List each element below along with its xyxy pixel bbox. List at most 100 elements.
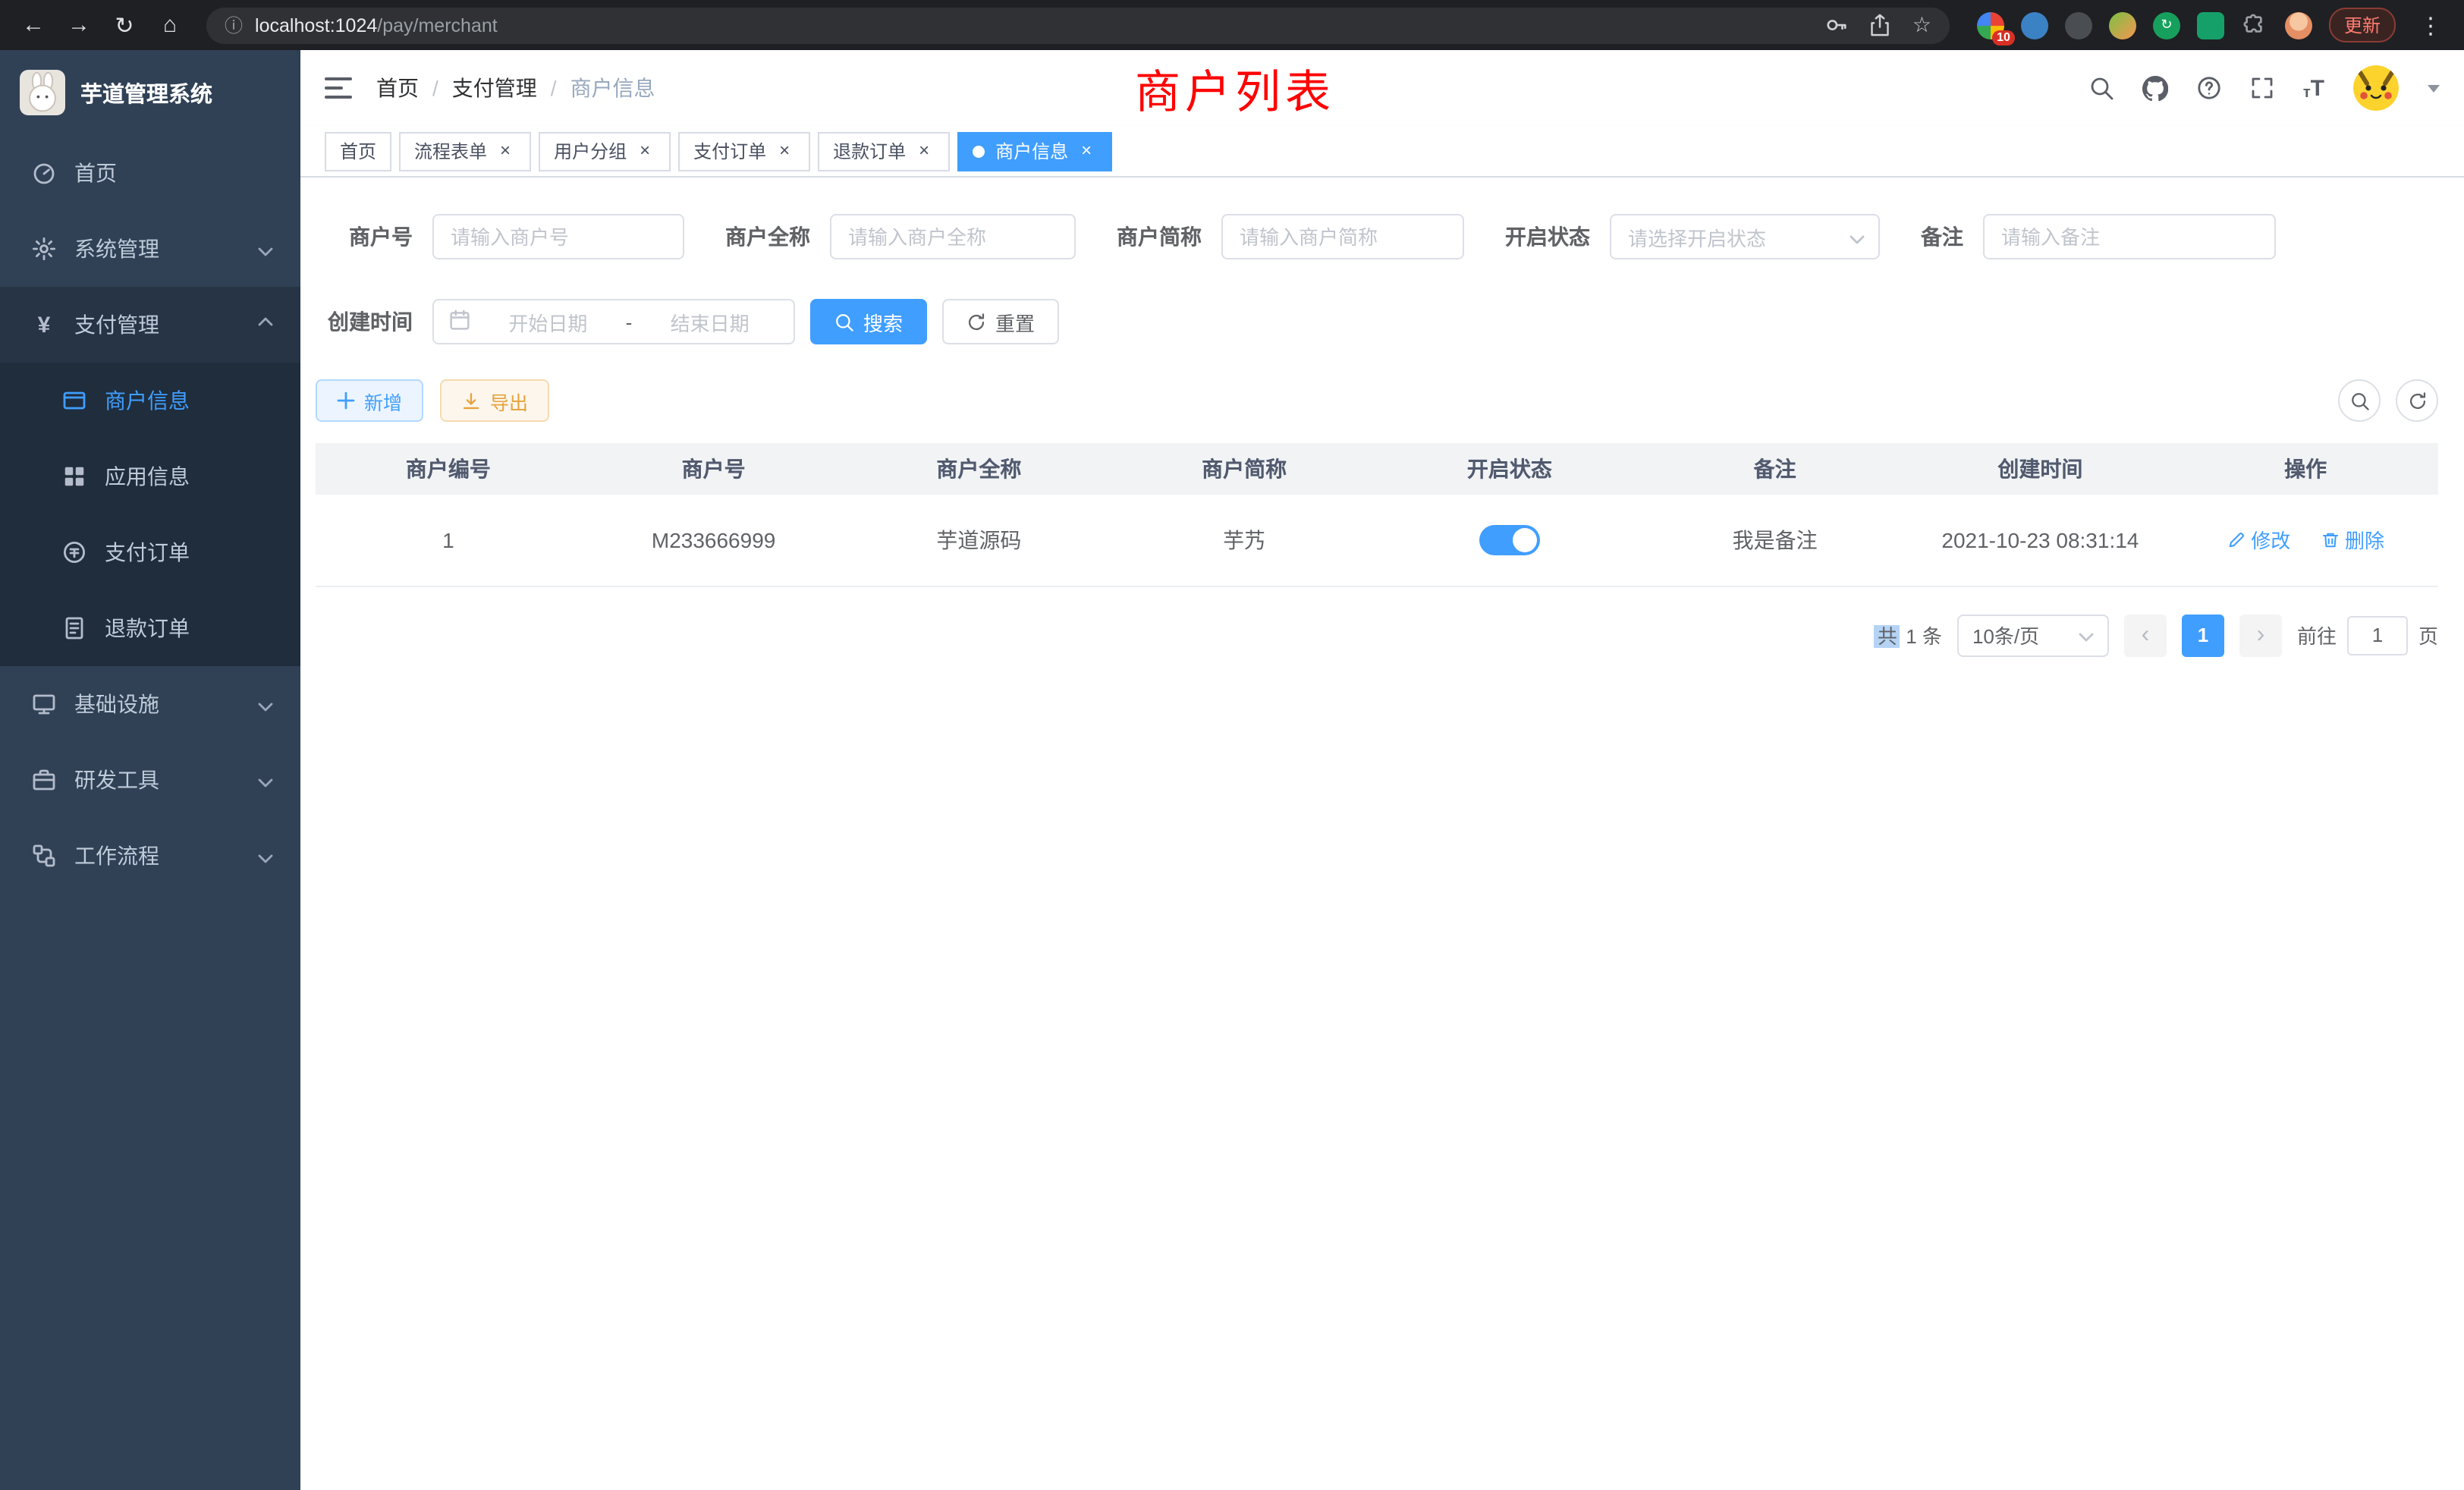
extension-drop-icon[interactable]: [2021, 11, 2048, 39]
sidebar-item-home[interactable]: 首页: [0, 135, 300, 211]
search-icon[interactable]: [2089, 76, 2114, 100]
extension-dark-icon[interactable]: [2065, 11, 2092, 39]
status-select[interactable]: 请选择开启状态: [1610, 214, 1880, 259]
cell-actions: 修改 删除: [2173, 495, 2438, 586]
sidebar-item-workflow[interactable]: 工作流程: [0, 818, 300, 894]
tab-refund-order[interactable]: 退款订单×: [818, 131, 950, 171]
merchant-no-label: 商户号: [316, 222, 413, 252]
tab-user-group[interactable]: 用户分组×: [539, 131, 671, 171]
bookmark-star-icon[interactable]: ☆: [1912, 12, 1931, 38]
header-merchant-no: 商户号: [581, 443, 847, 495]
url-text: localhost:1024/pay/merchant: [255, 14, 498, 36]
remark-input[interactable]: [1983, 214, 2276, 259]
profile-avatar[interactable]: [2285, 11, 2312, 39]
short-name-label: 商户简称: [1117, 222, 1202, 252]
header-merchant-id: 商户编号: [316, 443, 581, 495]
short-name-input[interactable]: [1221, 214, 1464, 259]
cell-merchant-id: 1: [316, 495, 581, 586]
close-icon[interactable]: ×: [495, 140, 516, 162]
date-separator: -: [626, 310, 633, 333]
update-button[interactable]: 更新: [2329, 8, 2396, 42]
search-button[interactable]: 搜索: [810, 299, 927, 344]
sidebar-logo[interactable]: 芋道管理系统: [0, 50, 300, 135]
cell-remark: 我是备注: [1642, 495, 1908, 586]
extension-avatar-icon[interactable]: [2109, 11, 2136, 39]
caret-down-icon[interactable]: [2428, 84, 2440, 92]
site-info-icon[interactable]: ⓘ: [225, 12, 243, 38]
sidebar-item-app-info[interactable]: 应用信息: [0, 439, 300, 514]
close-icon[interactable]: ×: [1076, 140, 1097, 162]
app-title: 芋道管理系统: [80, 77, 212, 108]
home-icon[interactable]: ⌂: [152, 7, 188, 43]
date-end-placeholder: 结束日期: [641, 307, 778, 336]
cell-create-time: 2021-10-23 08:31:14: [1908, 495, 2173, 586]
merchant-no-input[interactable]: [432, 214, 684, 259]
fullscreen-icon[interactable]: [2250, 76, 2274, 100]
top-navbar: 首页 / 支付管理 / 商户信息 тT: [300, 50, 2464, 126]
tab-process-form[interactable]: 流程表单×: [399, 131, 531, 171]
chevron-up-icon: [258, 313, 273, 337]
hamburger-icon[interactable]: [325, 76, 352, 100]
breadcrumb-home[interactable]: 首页: [376, 73, 419, 103]
address-bar[interactable]: ⓘ localhost:1024/pay/merchant ☆: [206, 7, 1950, 43]
status-label: 开启状态: [1505, 222, 1590, 252]
full-name-input[interactable]: [830, 214, 1076, 259]
close-icon[interactable]: ×: [774, 140, 795, 162]
tab-home[interactable]: 首页: [325, 131, 391, 171]
sidebar-item-payment[interactable]: ¥ 支付管理: [0, 287, 300, 363]
help-icon[interactable]: [2197, 76, 2221, 100]
sidebar-item-infrastructure[interactable]: 基础设施: [0, 666, 300, 742]
export-button[interactable]: 导出: [440, 379, 549, 422]
breadcrumb-payment[interactable]: 支付管理: [452, 73, 537, 103]
extension-colorful-icon[interactable]: 10: [1977, 11, 2004, 39]
header-remark: 备注: [1642, 443, 1908, 495]
chevron-down-icon: [258, 237, 273, 261]
close-icon[interactable]: ×: [913, 140, 935, 162]
tab-merchant-info[interactable]: 商户信息×: [957, 131, 1112, 171]
github-icon[interactable]: [2142, 75, 2168, 101]
cell-short-name: 芋艿: [1111, 495, 1377, 586]
next-page-button[interactable]: ›: [2239, 614, 2282, 656]
back-icon[interactable]: ←: [15, 7, 52, 43]
page-size-select[interactable]: 10条/页: [1957, 614, 2109, 656]
screen: ← → ↻ ⌂ ⓘ localhost:1024/pay/merchant ☆ …: [0, 0, 2464, 1490]
sidebar-item-pay-order[interactable]: 支付订单: [0, 514, 300, 590]
share-icon[interactable]: [1870, 14, 1891, 36]
jump-page-input[interactable]: [2347, 615, 2408, 655]
extension-green-circle-icon[interactable]: ↻: [2153, 11, 2180, 39]
breadcrumb: 首页 / 支付管理 / 商户信息: [376, 73, 655, 103]
delete-link[interactable]: 删除: [2321, 526, 2384, 555]
current-page-button[interactable]: 1: [2182, 614, 2224, 656]
font-size-icon[interactable]: тT: [2303, 75, 2324, 101]
page-jumper: 前往 页: [2297, 615, 2438, 655]
forward-icon[interactable]: →: [61, 7, 97, 43]
browser-menu-icon[interactable]: ⋮: [2412, 7, 2449, 43]
prev-page-button[interactable]: ‹: [2124, 614, 2167, 656]
coin-icon: [61, 540, 88, 564]
create-time-range-picker[interactable]: 开始日期 - 结束日期: [432, 299, 795, 344]
refresh-icon[interactable]: [2396, 379, 2438, 422]
tab-pay-order[interactable]: 支付订单×: [678, 131, 810, 171]
reset-button[interactable]: 重置: [942, 299, 1059, 344]
status-toggle[interactable]: [1479, 525, 1540, 555]
sidebar-item-merchant-info[interactable]: 商户信息: [0, 363, 300, 439]
close-icon[interactable]: ×: [634, 140, 655, 162]
edit-link[interactable]: 修改: [2227, 526, 2290, 555]
sidebar-item-system[interactable]: 系统管理: [0, 211, 300, 287]
key-icon[interactable]: [1826, 14, 1849, 36]
yen-icon: ¥: [30, 312, 58, 338]
cell-merchant-no: M233666999: [581, 495, 847, 586]
user-avatar[interactable]: [2353, 65, 2399, 111]
header-short-name: 商户简称: [1111, 443, 1377, 495]
reload-icon[interactable]: ↻: [106, 7, 143, 43]
sidebar-item-refund-order[interactable]: 退款订单: [0, 590, 300, 666]
extension-green-square-icon[interactable]: [2197, 11, 2224, 39]
card-icon: [61, 388, 88, 413]
sidebar-item-dev-tools[interactable]: 研发工具: [0, 742, 300, 818]
extensions-puzzle-icon[interactable]: [2241, 11, 2268, 39]
search-form-row-1: 商户号 商户全称 商户简称 开启状态 请选择开启状态: [316, 214, 2438, 259]
add-button[interactable]: 新增: [316, 379, 423, 422]
calendar-icon: [449, 309, 470, 335]
toggle-search-icon[interactable]: [2338, 379, 2381, 422]
chevron-down-icon: [1850, 225, 1865, 248]
